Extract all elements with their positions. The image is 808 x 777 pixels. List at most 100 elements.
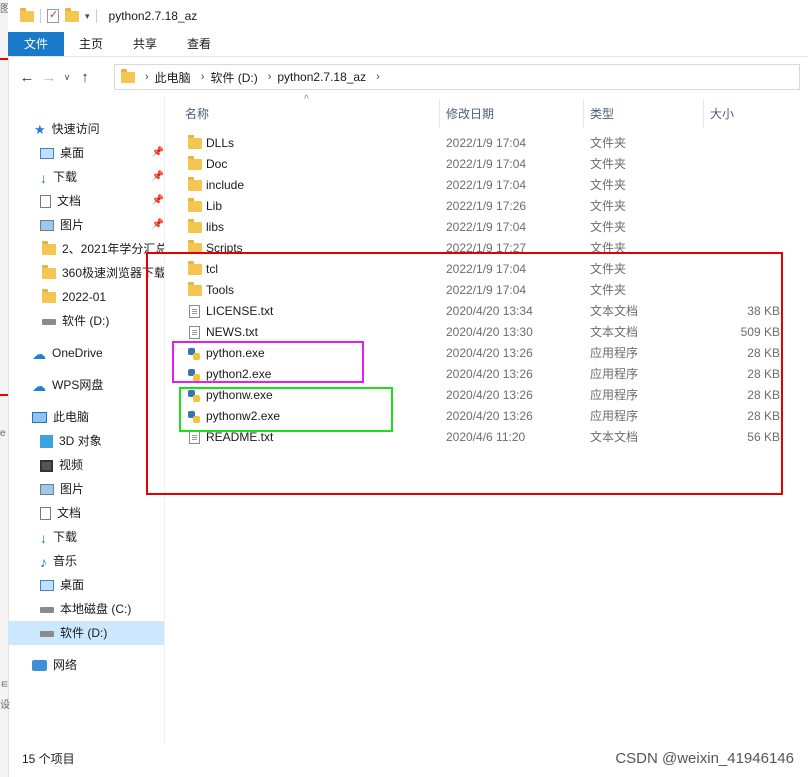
nav-item-downloads[interactable]: ↓ 下载 📌 [40, 165, 164, 189]
nav-item-desktop-pc[interactable]: 桌面 [40, 573, 84, 597]
pin-icon: 📌 [151, 219, 164, 230]
folder-icon [20, 7, 34, 22]
properties-icon[interactable] [47, 8, 59, 23]
pin-icon: 📌 [151, 171, 164, 182]
file-row[interactable]: include 2022/1/9 17:04 文件夹 [180, 175, 780, 196]
nav-item-drive-d-quick[interactable]: 软件 (D:) [42, 309, 109, 333]
column-header-type[interactable]: 类型 [590, 100, 614, 128]
edge-fragment: e [0, 428, 6, 439]
nav-item-documents[interactable]: 文档 📌 [40, 189, 164, 213]
file-row[interactable]: Doc 2022/1/9 17:04 文件夹 [180, 154, 780, 175]
nav-item-pictures-pc[interactable]: 图片 [40, 477, 84, 501]
desktop-icon [40, 148, 54, 160]
document-icon [40, 507, 51, 521]
file-name: Doc [206, 157, 228, 171]
nav-item-desktop[interactable]: 桌面 📌 [40, 141, 164, 165]
column-header-size[interactable]: 大小 [710, 100, 734, 128]
nav-item-network[interactable]: 网络 [32, 653, 77, 677]
picture-icon [40, 484, 54, 496]
address-bar[interactable]: › 此电脑 › 软件 (D:) › python2.7.18_az › [114, 64, 800, 90]
navigation-bar: ← → ∨ ↑ › 此电脑 › 软件 (D:) › python2.7.18_a… [8, 62, 808, 92]
file-date: 2022/1/9 17:04 [446, 220, 527, 234]
file-name: libs [206, 220, 225, 234]
file-date: 2022/1/9 17:04 [446, 178, 527, 192]
file-date: 2022/1/9 17:04 [446, 157, 527, 171]
nav-item-drive-d[interactable]: 软件 (D:) [8, 621, 164, 645]
music-note-icon: ♪ [40, 553, 47, 570]
breadcrumb-drive-d[interactable]: 软件 (D:) [210, 69, 257, 86]
file-row[interactable]: DLLs 2022/1/9 17:04 文件夹 [180, 133, 780, 154]
annotation-pink-rectangle [172, 341, 364, 383]
nav-item-downloads-pc[interactable]: ↓ 下载 [40, 525, 77, 549]
star-icon: ★ [34, 121, 46, 137]
customize-dropdown-icon[interactable]: ▾ [85, 11, 90, 22]
pin-icon: 📌 [151, 147, 164, 158]
new-folder-icon[interactable] [65, 7, 79, 22]
file-name: Lib [206, 199, 223, 213]
ribbon-tabs: 文件 主页 共享 查看 [8, 32, 808, 57]
file-type: 文件夹 [590, 199, 627, 213]
desktop-icon [40, 580, 54, 592]
download-icon: ↓ [40, 529, 47, 546]
drive-icon [42, 318, 56, 325]
breadcrumb-separator[interactable]: › [145, 71, 149, 83]
breadcrumb-this-pc[interactable]: 此电脑 [155, 69, 191, 86]
forward-arrow-icon[interactable]: → [38, 69, 60, 86]
up-arrow-icon[interactable]: ↑ [74, 69, 96, 86]
window-title: python2.7.18_az [108, 9, 198, 23]
nav-item-videos[interactable]: 视频 [40, 453, 83, 477]
nav-item-folder-2022-01[interactable]: 2022-01 [42, 285, 106, 309]
nav-item-wps-drive[interactable]: ☁ WPS网盘 [32, 373, 103, 397]
column-header-date[interactable]: 修改日期 [446, 100, 494, 128]
cloud-icon: ☁ [32, 345, 46, 362]
file-name: include [206, 178, 245, 192]
folder-icon [42, 265, 56, 280]
nav-quick-access[interactable]: ★ 快速访问 [34, 117, 100, 141]
breadcrumb-separator[interactable]: › [201, 71, 205, 83]
edge-red-mark [0, 58, 8, 60]
nav-item-music[interactable]: ♪ 音乐 [40, 549, 77, 573]
breadcrumb-current-folder[interactable]: python2.7.18_az [277, 70, 366, 84]
back-arrow-icon[interactable]: ← [16, 69, 38, 86]
file-row[interactable]: Lib 2022/1/9 17:26 文件夹 [180, 196, 780, 217]
pin-icon: 📌 [151, 195, 164, 206]
folder-icon [121, 68, 135, 83]
file-type: 文件夹 [590, 136, 627, 150]
folder-icon [188, 156, 202, 170]
breadcrumb-separator[interactable]: › [376, 71, 380, 83]
file-date: 2022/1/9 17:04 [446, 136, 527, 150]
recent-locations-chevron-icon[interactable]: ∨ [60, 72, 74, 83]
nav-item-documents-pc[interactable]: 文档 [40, 501, 81, 525]
picture-icon [40, 220, 54, 232]
title-bar: ▾ python2.7.18_az [8, 0, 808, 32]
file-type: 文件夹 [590, 157, 627, 171]
nav-item-onedrive[interactable]: ☁ OneDrive [32, 341, 103, 365]
file-name: DLLs [206, 136, 235, 150]
download-icon: ↓ [40, 169, 47, 186]
file-row[interactable]: libs 2022/1/9 17:04 文件夹 [180, 217, 780, 238]
document-icon [40, 195, 51, 209]
folder-icon [188, 177, 202, 191]
watermark: CSDN @weixin_41946146 [615, 750, 794, 767]
tab-file[interactable]: 文件 [8, 32, 65, 56]
tab-view[interactable]: 查看 [172, 32, 226, 56]
tab-home[interactable]: 主页 [64, 32, 118, 56]
nav-item-pictures[interactable]: 图片 📌 [40, 213, 164, 237]
breadcrumb-separator[interactable]: › [268, 71, 272, 83]
film-icon [40, 459, 53, 472]
file-type: 文件夹 [590, 220, 627, 234]
file-type: 文件夹 [590, 178, 627, 192]
cube-icon [40, 435, 53, 449]
quick-access-toolbar: ▾ [20, 7, 97, 23]
nav-item-drive-c[interactable]: 本地磁盘 (C:) [40, 597, 131, 621]
column-header-name[interactable]: 名称 [185, 100, 209, 128]
tab-share[interactable]: 共享 [118, 32, 172, 56]
network-icon [32, 660, 47, 672]
folder-icon [188, 198, 202, 212]
nav-item-3d-objects[interactable]: 3D 对象 [40, 429, 102, 453]
drive-icon [40, 630, 54, 637]
nav-item-this-pc[interactable]: 此电脑 [32, 405, 89, 429]
drive-icon [40, 606, 54, 613]
file-date: 2022/1/9 17:26 [446, 199, 527, 213]
navigation-pane: ★ 快速访问 桌面 📌 ↓ 下载 📌 文档 📌 图片 📌 2、2021年学分汇总 360极速… [8, 112, 164, 744]
